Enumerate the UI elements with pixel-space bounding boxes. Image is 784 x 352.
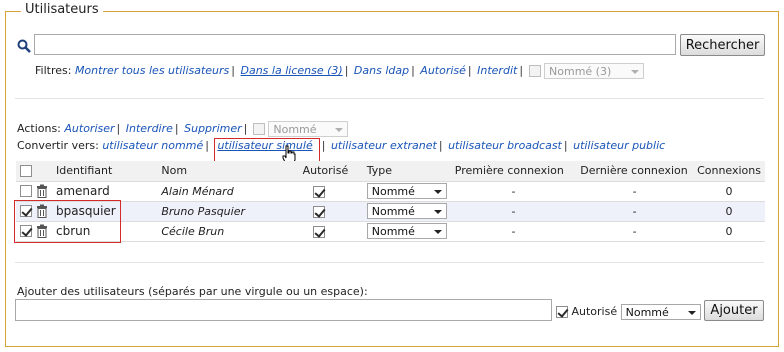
row-last-login: - [576,181,694,202]
chevron-down-icon [433,210,442,214]
selection-highlight [14,200,121,243]
row-connections: 0 [693,181,765,202]
row-last-login: - [576,221,694,242]
convert-extranet-link[interactable]: utilisateur extranet [331,139,437,152]
filter-authorized-link[interactable]: Autorisé [420,64,466,77]
table-row: amenard Alain Ménard Nommé - -0 [16,181,765,202]
filter-type-checkbox[interactable] [528,65,541,77]
page-title: Utilisateurs [21,2,103,17]
delete-link[interactable]: Supprimer [184,122,242,135]
col-identifier[interactable]: Identifiant [52,161,158,182]
col-authorized[interactable]: Autorisé [298,161,363,182]
add-users-label: Ajouter des utilisateurs (séparés par un… [17,285,368,298]
convert-named-link[interactable]: utilisateur nommé [102,139,203,152]
convert-bar: Convertir vers: utilisateur nommé | utili… [17,138,665,163]
add-type-dropdown[interactable]: Nommé [620,304,701,320]
row-first-login: - [450,221,577,242]
table-row: bpasquier Bruno Pasquier Nommé - -0 [16,201,765,222]
row-connections: 0 [693,221,765,242]
row-identifier: amenard [52,181,158,202]
chevron-down-icon [631,70,640,74]
select-all-checkbox[interactable] [20,165,32,178]
filter-type-dropdown[interactable]: Nommé (3) [544,63,645,79]
row-type-dropdown[interactable]: Nommé [366,223,447,239]
trash-icon[interactable] [36,184,48,198]
convert-public-link[interactable]: utilisateur public [573,139,665,152]
divider [15,262,764,263]
chevron-down-icon [433,190,442,194]
authorize-link[interactable]: Autoriser [64,122,114,135]
actions-bar: Actions: Autoriser | Interdire | Supprimer… [17,121,349,137]
row-select-checkbox[interactable] [20,185,32,197]
add-button[interactable]: Ajouter [704,300,764,321]
actions-label: Actions: [17,122,61,135]
row-name: Alain Ménard [157,181,299,202]
col-connections[interactable]: Connexions [693,161,765,182]
col-last-login[interactable]: Dernière connexion [576,161,694,182]
add-options: Autorisé Nommé [556,304,701,320]
search-button[interactable]: Rechercher [680,34,765,56]
filter-ldap-link[interactable]: Dans ldap [354,64,409,77]
col-type[interactable]: Type [362,161,451,182]
convert-broadcast-link[interactable]: utilisateur broadcast [448,139,562,152]
row-type-dropdown[interactable]: Nommé [366,183,447,199]
table-header-row: Identifiant Nom Autorisé Type Première c… [16,161,765,182]
chevron-down-icon [335,128,344,132]
filters-label: Filtres: [35,64,72,77]
row-authorized-checkbox[interactable] [312,225,325,238]
chevron-down-icon [433,230,442,234]
row-first-login: - [450,181,577,202]
users-table: Identifiant Nom Autorisé Type Première c… [16,161,765,242]
filter-in-license-link[interactable]: Dans la license (3) [241,64,343,77]
table-row: cbrun Cécile Brun Nommé - -0 [16,221,765,242]
row-name: Bruno Pasquier [157,201,299,222]
add-users-input[interactable] [15,299,552,321]
forbid-link[interactable]: Interdire [126,122,173,135]
search-input[interactable] [34,34,676,55]
col-name[interactable]: Nom [157,161,299,182]
convert-label: Convertir vers: [17,139,99,152]
row-connections: 0 [693,201,765,222]
search-icon [17,39,31,53]
row-authorized-checkbox[interactable] [312,205,325,218]
row-type-dropdown[interactable]: Nommé [366,203,447,219]
filter-show-all-link[interactable]: Montrer tous les utilisateurs [75,64,229,77]
row-first-login: - [450,201,577,222]
row-last-login: - [576,201,694,222]
action-type-checkbox[interactable] [252,123,265,135]
convert-simulated-link[interactable]: utilisateur simulé [217,139,312,152]
add-authorized-label: Autorisé [571,305,618,318]
row-authorized-checkbox[interactable] [312,185,325,198]
action-type-dropdown[interactable]: Nommé [268,121,349,137]
chevron-down-icon [687,311,696,315]
col-first-login[interactable]: Première connexion [450,161,577,182]
add-authorized-checkbox[interactable] [556,306,568,318]
filters-bar: Filtres: Montrer tous les utilisateurs | … [35,63,645,79]
row-name: Cécile Brun [157,221,299,242]
convert-simulated-highlight: utilisateur simulé [214,138,320,163]
filter-forbidden-link[interactable]: Interdit [477,64,517,77]
divider [15,98,764,99]
